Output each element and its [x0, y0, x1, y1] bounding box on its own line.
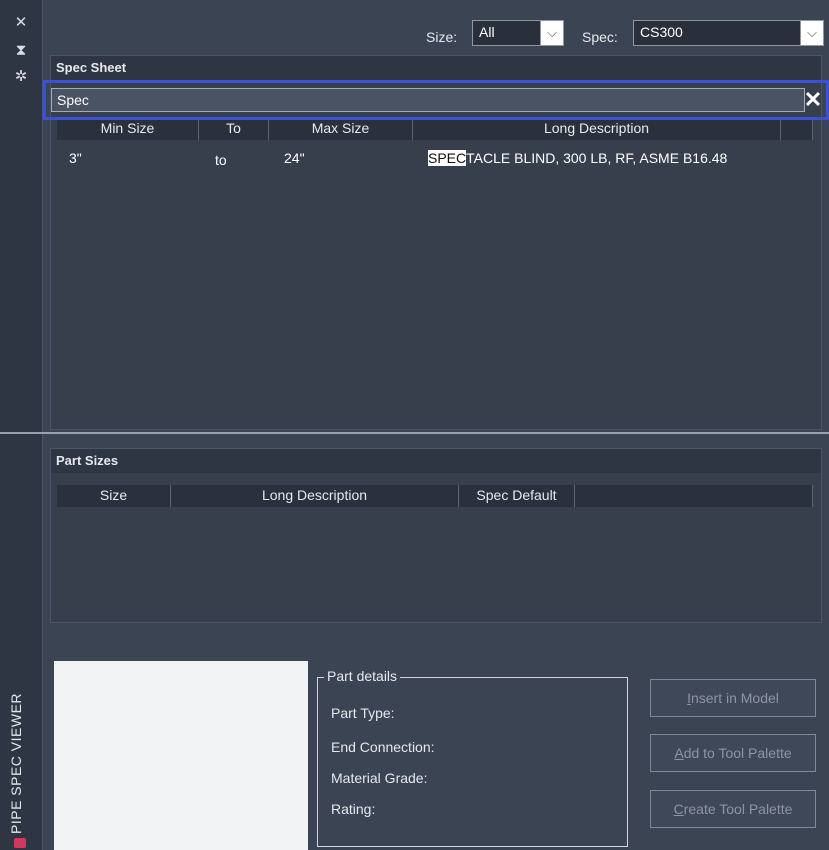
size-label: Size: [426, 29, 458, 45]
insert-in-model-button[interactable]: Insert in Model [650, 679, 816, 717]
size-select-value: All [479, 24, 495, 40]
column-to[interactable]: To [199, 118, 269, 140]
top-filter-bar: Size: All ⌵ Spec: CS300 ⌵ [44, 0, 829, 52]
column-filler [781, 118, 813, 140]
row-description-rest: TACLE BLIND, 300 LB, RF, ASME B16.48 [466, 150, 728, 166]
column-long-description[interactable]: Long Description [171, 485, 459, 507]
column-size[interactable]: Size [57, 485, 171, 507]
column-spec-default[interactable]: Spec Default [459, 485, 575, 507]
part-preview-image [54, 661, 308, 850]
part-sizes-header: Size Long Description Spec Default [57, 485, 813, 507]
insert-label: nsert in Model [690, 690, 779, 706]
spec-sheet-header: Min Size To Max Size Long Description [57, 118, 813, 140]
search-box: Spec ✕ [43, 80, 829, 120]
spec-sheet-title: Spec Sheet [51, 56, 821, 80]
size-select[interactable]: All ⌵ [472, 20, 564, 46]
search-input[interactable]: Spec [51, 88, 805, 112]
part-details-group: Part details Part Type: End Connection: … [317, 668, 628, 847]
pin-icon[interactable]: ⧗ [12, 42, 30, 60]
add-to-tool-palette-button[interactable]: Add to Tool Palette [650, 734, 816, 772]
add-mnemonic: A [674, 745, 684, 761]
spec-select-value: CS300 [640, 24, 683, 40]
part-sizes-title: Part Sizes [51, 449, 821, 473]
spec-select[interactable]: CS300 ⌵ [633, 20, 824, 46]
column-filler [575, 485, 813, 507]
column-long-description[interactable]: Long Description [413, 118, 781, 140]
side-divider [42, 0, 43, 850]
close-icon[interactable]: ✕ [802, 85, 824, 115]
add-label: dd to Tool Palette [683, 745, 792, 761]
column-min-size[interactable]: Min Size [57, 118, 199, 140]
chevron-down-icon[interactable]: ⌵ [800, 21, 823, 45]
part-details-legend: Part details [324, 668, 401, 684]
part-sizes-panel: Part Sizes Size Long Description Spec De… [50, 448, 822, 623]
row-min-size: 3" [69, 150, 82, 166]
chevron-down-icon[interactable]: ⌵ [540, 21, 563, 45]
palette-side-strip: ✕ ⧗ ✲ PIPE SPEC VIEWER [0, 0, 42, 850]
row-to: to [215, 152, 227, 168]
column-max-size[interactable]: Max Size [269, 118, 413, 140]
palette-title: PIPE SPEC VIEWER [8, 692, 24, 834]
end-connection-label: End Connection: [331, 739, 435, 755]
create-tool-palette-button[interactable]: Create Tool Palette [650, 790, 816, 828]
close-icon[interactable]: ✕ [12, 14, 30, 32]
palette-marker-icon [14, 838, 26, 848]
search-match-highlight: SPEC [428, 150, 467, 166]
create-label: reate Tool Palette [683, 801, 793, 817]
row-max-size: 24" [284, 150, 305, 166]
panel-splitter[interactable] [0, 432, 829, 434]
spec-label: Spec: [582, 29, 618, 45]
part-type-label: Part Type: [331, 705, 395, 721]
settings-icon[interactable]: ✲ [12, 68, 30, 86]
create-mnemonic: C [673, 801, 684, 817]
material-grade-label: Material Grade: [331, 770, 428, 786]
rating-label: Rating: [331, 801, 376, 817]
row-long-description: SPECTACLE BLIND, 300 LB, RF, ASME B16.48 [428, 150, 727, 166]
